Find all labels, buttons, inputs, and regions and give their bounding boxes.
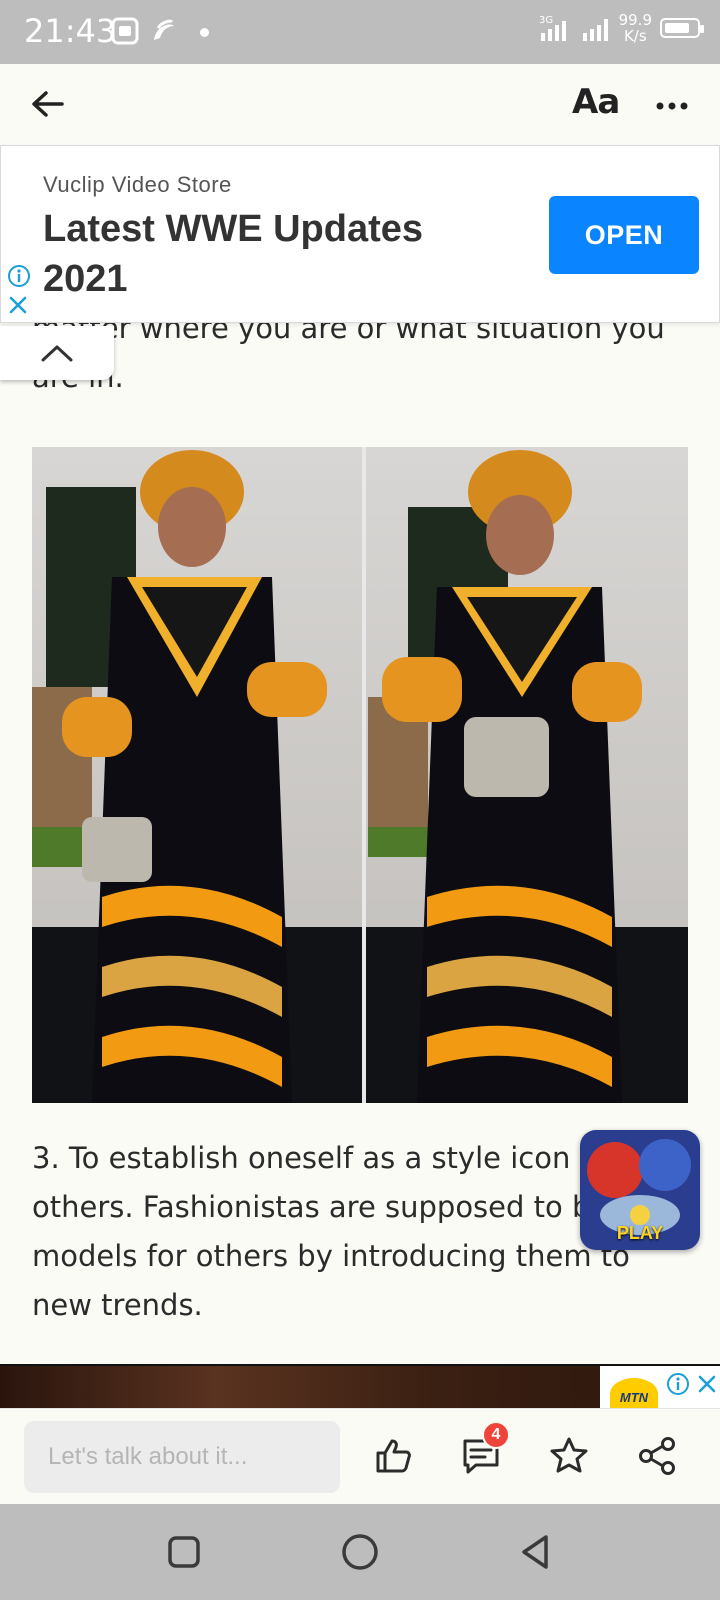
- status-bar: 21:43 3G 99.9 K/s: [0, 0, 720, 64]
- ad-headline[interactable]: Latest WWE Updates 2021: [43, 204, 503, 304]
- app-notification-icon: [111, 17, 139, 45]
- mtn-logo: MTN: [610, 1378, 658, 1408]
- notification-dot: [200, 28, 209, 37]
- swirl-notification-icon: [154, 19, 174, 40]
- signal-3g-icon: 3G: [539, 15, 566, 41]
- bottom-ad-strip[interactable]: MTN: [0, 1364, 720, 1408]
- comment-count-badge: 4: [482, 1421, 510, 1449]
- game-ad-play-label: PLAY: [616, 1223, 664, 1243]
- more-icon[interactable]: [652, 86, 692, 126]
- network-speed-unit: K/s: [623, 27, 647, 45]
- network-speed: 99.9 K/s: [619, 12, 652, 44]
- banner-ad[interactable]: Vuclip Video Store Latest WWE Updates 20…: [0, 145, 720, 323]
- close-icon[interactable]: [7, 294, 29, 316]
- home-icon[interactable]: [340, 1532, 380, 1572]
- signal-icon: [582, 19, 608, 41]
- fashion-photo-illustration: [32, 447, 688, 1103]
- article-photo: [32, 447, 688, 1103]
- star-icon[interactable]: [548, 1435, 590, 1477]
- status-right-group: 3G 99.9 K/s: [539, 12, 704, 44]
- back-icon[interactable]: [516, 1532, 556, 1572]
- close-icon[interactable]: [696, 1373, 718, 1395]
- like-icon[interactable]: [372, 1435, 414, 1477]
- info-icon[interactable]: [666, 1372, 690, 1396]
- share-icon[interactable]: [636, 1435, 678, 1477]
- info-icon[interactable]: [7, 264, 31, 288]
- battery-icon: [660, 18, 704, 38]
- comment-bar: Let's talk about it... 4: [0, 1408, 720, 1504]
- ad-open-button[interactable]: OPEN: [549, 196, 699, 274]
- system-nav-bar: [0, 1504, 720, 1600]
- floating-game-ad[interactable]: PLAY: [580, 1130, 700, 1250]
- back-arrow-icon[interactable]: [26, 82, 70, 126]
- app-top-bar: Aa: [0, 64, 720, 144]
- font-size-button[interactable]: Aa: [572, 82, 620, 122]
- comment-input[interactable]: Let's talk about it...: [24, 1421, 340, 1493]
- chevron-up-icon: [41, 345, 73, 362]
- bottom-ad-controls: MTN: [600, 1366, 720, 1408]
- network-speed-value: 99.9: [618, 11, 652, 29]
- status-time: 21:43: [24, 12, 117, 50]
- svg-text:3G: 3G: [539, 15, 553, 26]
- recents-icon[interactable]: [164, 1532, 204, 1572]
- ad-source: Vuclip Video Store: [43, 172, 232, 197]
- ad-collapse-tab[interactable]: [0, 326, 114, 380]
